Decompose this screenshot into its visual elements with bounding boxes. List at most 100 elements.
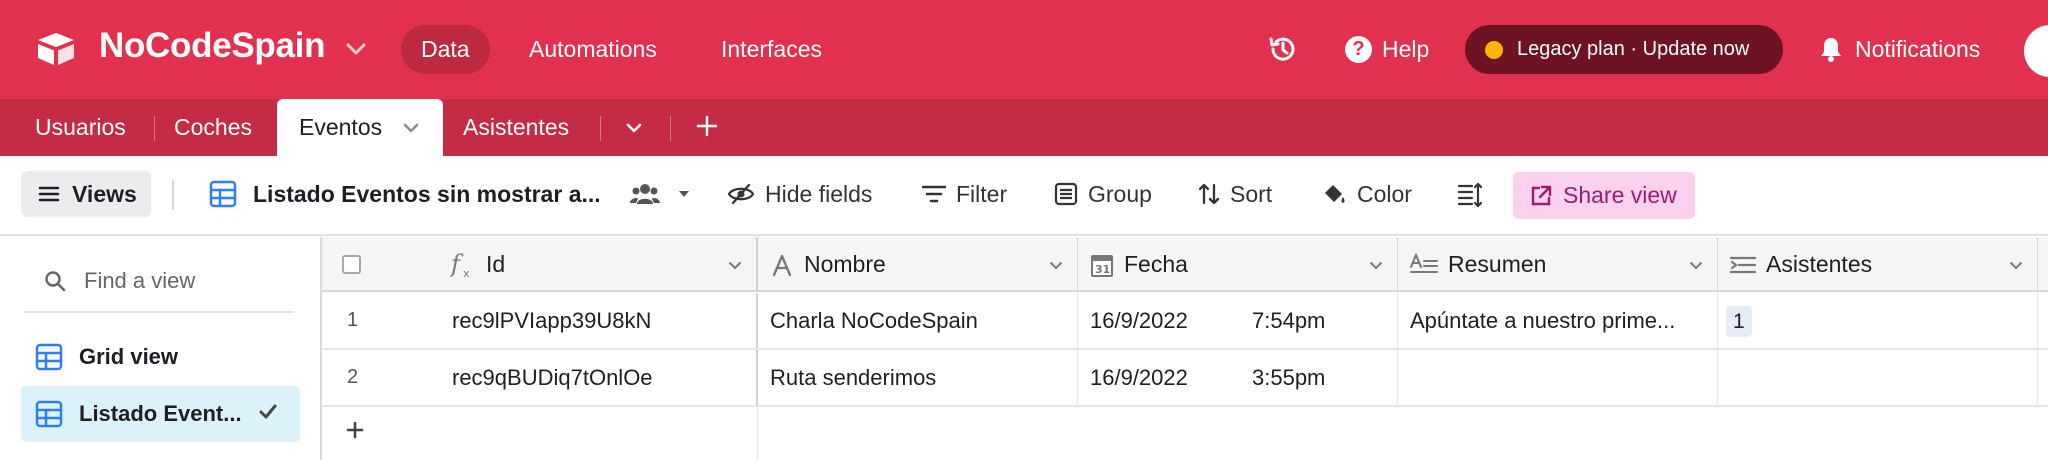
chevron-down-icon[interactable] [625,122,643,134]
long-text-icon [1410,252,1438,273]
toolbar-divider [172,180,174,210]
link-icon [1730,256,1756,273]
nav-automations[interactable]: Automations [509,25,677,74]
calendar-icon: 31 [1091,254,1113,277]
formula-icon: f x [450,251,470,279]
chevron-down-icon[interactable] [345,41,367,57]
cell-asistentes[interactable] [1718,350,2038,405]
history-icon[interactable] [1267,34,1297,64]
chevron-down-icon[interactable] [2009,261,2023,270]
sidebar-view-label: Listado Event... [79,401,242,426]
plus-icon [346,421,364,439]
sidebar-view-grid[interactable]: Grid view [21,329,300,385]
row-height-icon[interactable] [1457,182,1483,208]
help-icon: ? [1345,35,1372,63]
current-view-button[interactable]: Listado Eventos sin mostrar a... [209,176,691,212]
help-button[interactable]: ? Help [1345,34,1429,64]
header-resumen-column[interactable]: Resumen [1398,237,1718,292]
paint-bucket-icon [1325,185,1345,203]
header-fecha-column[interactable]: 31 Fecha [1078,237,1398,292]
legacy-plan-label: Legacy plan · Update now [1517,38,1750,60]
grid-view-icon [209,180,237,208]
chevron-down-icon[interactable] [1369,261,1383,270]
column-header-label: Nombre [804,251,886,277]
group-button[interactable]: Group [1054,176,1152,212]
find-view-search[interactable]: Find a view [44,267,195,295]
views-label: Views [72,180,137,207]
avatar[interactable] [2024,25,2048,77]
sidebar-view-label: Grid view [79,344,179,369]
cell-fecha[interactable]: 16/9/2022 7:54pm [1078,293,1398,348]
hide-fields-label: Hide fields [765,180,873,207]
column-header-label: Resumen [1448,251,1547,277]
caret-down-icon [678,191,689,197]
table-row[interactable]: 2 rec9qBUDiq7tOnlOe Ruta senderimos 16/9… [322,350,2048,407]
column-header-label: Asistentes [1766,251,1873,277]
linked-record-chip[interactable]: 1 [1726,306,1752,337]
cell-fecha-date: 16/9/2022 [1090,308,1188,333]
airtable-logo-icon[interactable] [35,31,77,67]
select-all-checkbox[interactable] [342,255,361,274]
collaborators-icon [629,184,660,204]
bell-icon [1821,38,1841,62]
cell-fecha[interactable]: 16/9/2022 3:55pm [1078,350,1398,405]
check-icon [259,404,277,419]
share-view-label: Share view [1563,182,1677,208]
tab-divider [154,116,155,141]
hide-fields-button[interactable]: Hide fields [727,176,872,212]
chevron-down-icon[interactable] [1049,261,1063,270]
cell-nombre[interactable]: Ruta senderimos [758,350,1078,405]
chevron-down-icon[interactable] [1689,261,1703,270]
grid-header: f x Id Nombre 31 Fecha Resumen Asistente… [322,237,2048,292]
warning-dot-icon [1485,40,1503,59]
views-button[interactable]: Views [21,171,151,217]
plus-icon[interactable] [694,113,720,139]
row-number: 2 [347,366,359,388]
help-label: Help [1382,35,1430,62]
cell-fecha-time: 7:54pm [1252,308,1326,333]
nav-data[interactable]: Data [401,25,490,74]
sort-label: Sort [1230,180,1273,207]
filter-icon [922,185,946,203]
tab-eventos-label: Eventos [299,114,383,140]
sidebar-view-listado[interactable]: Listado Event... [21,386,300,442]
tab-coches[interactable]: Coches [174,99,252,156]
group-label: Group [1088,180,1152,207]
tab-usuarios[interactable]: Usuarios [35,99,126,156]
cell-resumen[interactable]: Apúntate a nuestro prime... [1398,293,1718,348]
column-header-label: Fecha [1124,251,1188,277]
current-view-name: Listado Eventos sin mostrar a... [253,180,601,207]
color-button[interactable]: Color [1321,176,1412,212]
share-view-button[interactable]: Share view [1513,172,1695,219]
chevron-down-icon[interactable] [402,122,420,134]
chevron-down-icon[interactable] [728,261,742,270]
color-label: Color [1357,180,1412,207]
grid-view-icon [35,343,63,371]
text-icon [772,254,792,276]
cell-resumen[interactable] [1398,350,1718,405]
filter-button[interactable]: Filter [922,176,1007,212]
tab-asistentes[interactable]: Asistentes [463,99,569,156]
nav-interfaces[interactable]: Interfaces [701,25,842,74]
tab-eventos[interactable]: Eventos [277,99,443,156]
header-asistentes-column[interactable]: Asistentes [1718,237,2038,292]
table-tabs: Usuarios Coches Eventos Asistentes [0,99,2048,156]
tab-divider [670,116,671,141]
header-nombre-column[interactable]: Nombre [758,237,1078,292]
cell-id[interactable]: rec9qBUDiq7tOnlOe [452,350,758,405]
views-sidebar: Find a view Grid view Listado Event... [0,237,322,460]
header-id-column[interactable]: f x Id [322,237,758,292]
find-view-placeholder: Find a view [84,268,196,293]
cell-nombre[interactable]: Charla NoCodeSpain [758,293,1078,348]
legacy-plan-button[interactable]: Legacy plan · Update now [1465,25,1783,74]
share-icon [1531,185,1552,205]
add-row-button[interactable] [322,407,758,460]
cell-asistentes[interactable]: 1 [1718,293,2038,348]
table-row[interactable]: 1 rec9lPVIapp39U8kN Charla NoCodeSpain 1… [322,293,2048,350]
view-toolbar: Views Listado Eventos sin mostrar a... H… [0,156,2048,236]
svg-text:31: 31 [1095,263,1110,276]
sort-button[interactable]: Sort [1198,176,1272,212]
notifications-button[interactable]: Notifications [1819,34,1980,64]
cell-id[interactable]: rec9lPVIapp39U8kN [452,293,758,348]
base-name[interactable]: NoCodeSpain [99,26,325,66]
